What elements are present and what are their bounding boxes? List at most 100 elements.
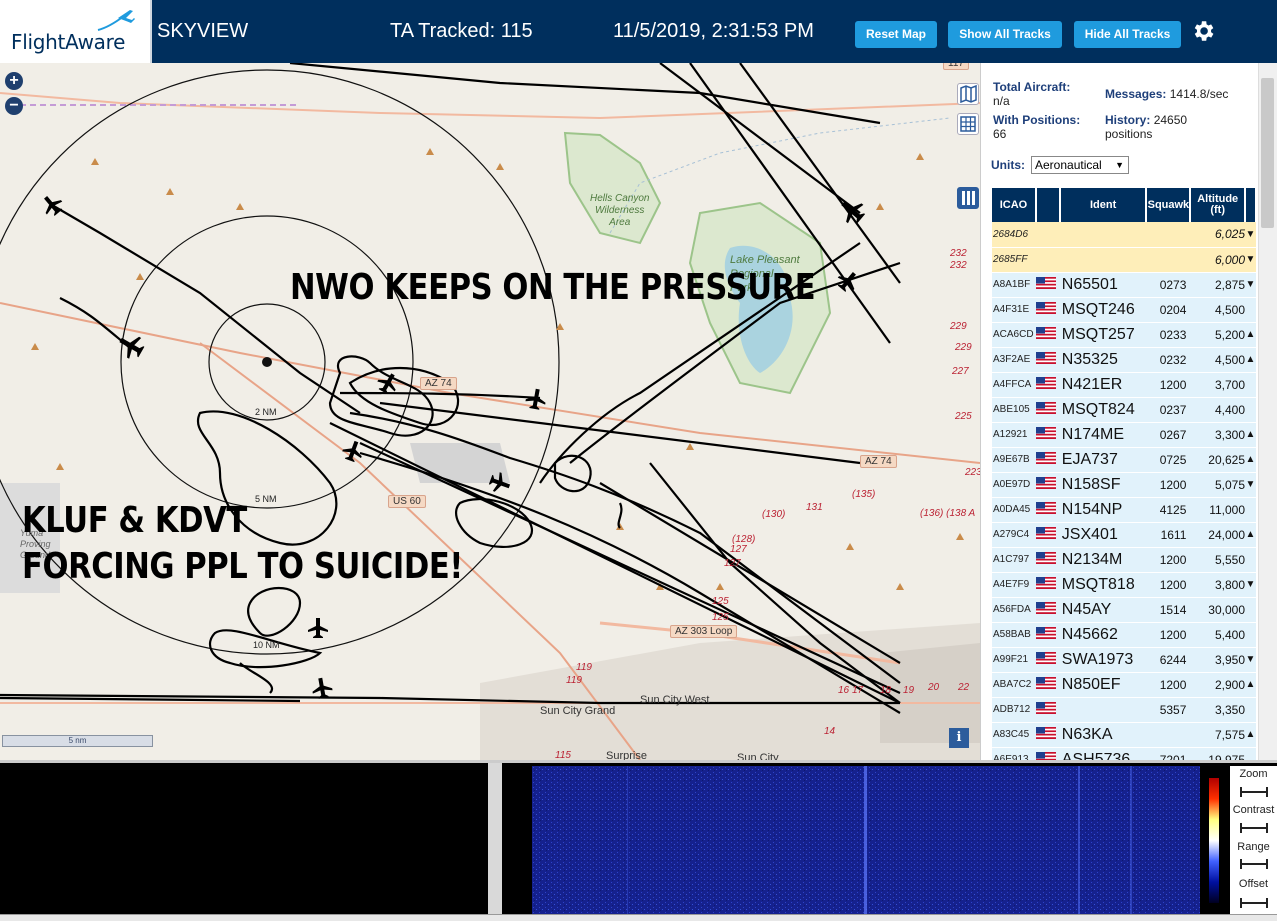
road-label-az74: AZ 74: [420, 377, 457, 390]
table-row[interactable]: ACA6CD MSQT257 0233 5,200 ▲: [992, 322, 1256, 348]
altitude-trend-cell: [1245, 397, 1256, 423]
table-row[interactable]: A0E97D N158SF 1200 5,075 ▼: [992, 472, 1256, 498]
us-flag-icon: [1035, 651, 1056, 664]
col-ident[interactable]: Ident: [1059, 188, 1148, 222]
col-icao[interactable]: ICAO: [992, 188, 1037, 222]
contrast-slider[interactable]: [1240, 823, 1268, 833]
range-ring-label: 5 NM: [255, 494, 277, 504]
altitude-trend-cell: ▲: [1245, 447, 1256, 473]
col-squawk[interactable]: Squawk: [1146, 188, 1192, 222]
table-row[interactable]: ABE105 MSQT824 0237 4,400: [992, 397, 1256, 423]
altitude-trend-cell: ▲: [1245, 422, 1256, 448]
flag-cell: [1035, 397, 1060, 423]
flag-cell: [1035, 222, 1060, 248]
ident-cell: N158SF: [1059, 472, 1147, 498]
route-number: 127: [730, 544, 747, 555]
squawk-cell: 1611: [1146, 522, 1191, 548]
col-altitude-unit: (ft): [1210, 204, 1226, 216]
history-value: 24650: [1153, 113, 1188, 127]
squawk-cell: 0233: [1146, 322, 1191, 348]
table-row[interactable]: 2685FF 6,000 ▼: [992, 247, 1256, 273]
route-number: 127: [724, 558, 741, 569]
units-select[interactable]: Aeronautical ▼: [1031, 156, 1129, 174]
range-slider[interactable]: [1240, 859, 1268, 869]
road-label-az303: AZ 303 Loop: [670, 625, 738, 638]
flag-cell: [1035, 697, 1060, 723]
table-row[interactable]: A4FFCA N421ER 1200 3,700: [992, 372, 1256, 398]
icao-cell: 2684D6: [992, 222, 1036, 248]
ident-cell: N174ME: [1059, 422, 1147, 448]
logo-text: FlightAware: [11, 30, 126, 54]
table-row[interactable]: A4F31E MSQT246 0204 4,500: [992, 297, 1256, 323]
table-row[interactable]: A3F2AE N35325 0232 4,500 ▲: [992, 347, 1256, 373]
grid-toggle-button[interactable]: [957, 113, 979, 135]
table-row[interactable]: A12921 N174ME 0267 3,300 ▲: [992, 422, 1256, 448]
table-row[interactable]: A279C4 JSX401 1611 24,000 ▲: [992, 522, 1256, 548]
table-row[interactable]: A1C797 N2134M 1200 5,550: [992, 547, 1256, 573]
table-row[interactable]: A0DA45 N154NP 4125 11,000: [992, 497, 1256, 523]
ident-cell: MSQT818: [1059, 572, 1147, 598]
zoom-out-button[interactable]: −: [5, 97, 23, 115]
waterfall-divider-handle[interactable]: [488, 763, 502, 921]
icao-cell: ABA7C2: [992, 672, 1036, 698]
table-row[interactable]: A99F21 SWA1973 6244 3,950 ▼: [992, 647, 1256, 673]
skyview-app: FlightAware SKYVIEW TA Tracked: 115 11/5…: [0, 0, 1277, 921]
altitude-cell: 5,550: [1190, 547, 1245, 573]
squawk-cell: 0204: [1146, 297, 1191, 323]
altitude-trend-cell: ▲: [1245, 347, 1256, 373]
zoom-in-button[interactable]: +: [5, 72, 23, 90]
table-row[interactable]: A8A1BF N65501 0273 2,875 ▼: [992, 272, 1256, 298]
map-canvas: [0, 63, 980, 760]
table-row[interactable]: A58BAB N45662 1200 5,400: [992, 622, 1256, 648]
hide-all-tracks-button[interactable]: Hide All Tracks: [1074, 21, 1181, 48]
flag-cell: [1035, 272, 1060, 298]
sidebar-scroll-thumb[interactable]: [1261, 78, 1274, 228]
altitude-trend-cell: ▼: [1245, 647, 1256, 673]
aircraft-table-wrap[interactable]: ICAO Ident Squawk Altitude (ft) 2684D6 6,…: [992, 188, 1257, 760]
receiver-marker: [262, 357, 272, 367]
table-row[interactable]: A56FDA N45AY 1514 30,000: [992, 597, 1256, 623]
table-row[interactable]: A4E7F9 MSQT818 1200 3,800 ▼: [992, 572, 1256, 598]
flag-cell: [1035, 297, 1060, 323]
us-flag-icon: [1035, 526, 1056, 539]
offset-slider[interactable]: [1240, 898, 1268, 908]
col-altitude[interactable]: Altitude (ft): [1190, 188, 1246, 222]
map-layers-button[interactable]: [957, 83, 979, 105]
map-view[interactable]: Hells Canyon Wilderness Area Lake Pleasa…: [0, 63, 980, 760]
table-row[interactable]: A9E67B EJA737 0725 20,625 ▲: [992, 447, 1256, 473]
squawk-cell: 7201: [1146, 747, 1191, 760]
reset-map-button[interactable]: Reset Map: [855, 21, 937, 48]
altitude-trend-cell: ▼: [1245, 472, 1256, 498]
squawk-cell: [1146, 222, 1191, 248]
ident-cell: N2134M: [1059, 547, 1147, 573]
gear-icon[interactable]: [1190, 18, 1216, 44]
squawk-cell: 0232: [1146, 347, 1191, 373]
squawk-cell: 1514: [1146, 597, 1191, 623]
columns-toggle-button[interactable]: [957, 187, 979, 209]
icao-cell: A99F21: [992, 647, 1036, 673]
contrast-label: Contrast: [1232, 804, 1275, 816]
info-button[interactable]: i: [949, 728, 969, 748]
flightaware-logo[interactable]: FlightAware: [0, 0, 152, 63]
col-trend: [1245, 188, 1257, 222]
us-flag-icon: [1035, 301, 1056, 314]
map-label-sun-city: Sun City: [737, 752, 779, 760]
altitude-trend-cell: [1245, 297, 1256, 323]
table-row[interactable]: ADB712 5357 3,350: [992, 697, 1256, 723]
us-flag-icon: [1035, 451, 1056, 464]
flag-cell: [1035, 447, 1060, 473]
table-row[interactable]: 2684D6 6,025 ▼: [992, 222, 1256, 248]
show-all-tracks-button[interactable]: Show All Tracks: [948, 21, 1062, 48]
table-row[interactable]: A6E913 ASH5736 7201 19,975: [992, 747, 1256, 760]
route-number: 227: [952, 366, 969, 377]
icao-cell: A8A1BF: [992, 272, 1036, 298]
units-label: Units:: [991, 158, 1025, 172]
table-row[interactable]: A83C45 N63KA 7,575 ▲: [992, 722, 1256, 748]
aircraft-rows: 2684D6 6,025 ▼ 2685FF 6,000 ▼ A8A1BF N65501 0273…: [992, 222, 1256, 760]
table-row[interactable]: ABA7C2 N850EF 1200 2,900 ▲: [992, 672, 1256, 698]
zoom-slider[interactable]: [1240, 787, 1268, 797]
icao-cell: A83C45: [992, 722, 1036, 748]
squawk-cell: 1200: [1146, 547, 1191, 573]
icao-cell: ACA6CD: [992, 322, 1036, 348]
route-number: (135): [852, 489, 876, 500]
